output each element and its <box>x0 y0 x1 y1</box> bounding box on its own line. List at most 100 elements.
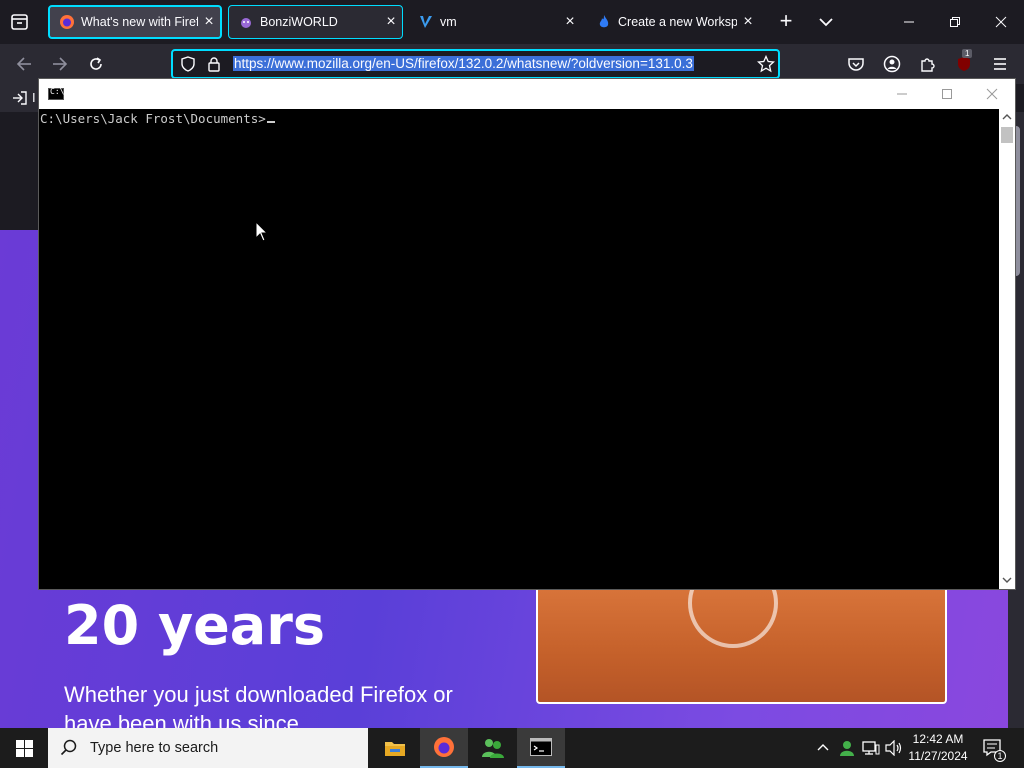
taskbar: Type here to search 12:42 AM 11/27/2024 … <box>0 728 1024 768</box>
start-button[interactable] <box>0 728 48 768</box>
console-titlebar[interactable]: C:\ <box>39 79 1015 109</box>
close-icon <box>986 88 998 100</box>
taskbar-command-prompt[interactable] <box>517 728 565 768</box>
mouse-pointer-icon <box>255 220 269 248</box>
vm-icon <box>418 14 434 30</box>
tab-title: What's new with Firefo <box>81 15 198 29</box>
console-prompt: C:\Users\Jack Frost\Documents> <box>40 111 266 126</box>
console-scroll-thumb[interactable] <box>1001 127 1013 143</box>
url-text[interactable]: https://www.mozilla.org/en-US/firefox/13… <box>233 56 694 71</box>
clock-time: 12:42 AM <box>912 732 964 746</box>
taskbar-search-box[interactable]: Type here to search <box>48 728 368 768</box>
tab-list-icon <box>11 14 28 30</box>
account-icon <box>883 55 901 73</box>
console-output[interactable]: C:\Users\Jack Frost\Documents> <box>39 109 999 589</box>
network-icon <box>862 741 880 755</box>
taskbar-bonzi[interactable] <box>469 728 517 768</box>
taskbar-clock[interactable]: 12:42 AM 11/27/2024 <box>902 731 974 765</box>
console-icon: C:\ <box>48 87 64 100</box>
page-heading: 20 years <box>64 594 325 657</box>
pocket-icon <box>848 58 864 71</box>
scroll-down-icon[interactable] <box>1002 575 1012 585</box>
puzzle-icon <box>921 58 935 72</box>
reload-icon <box>90 57 102 70</box>
maximize-icon <box>942 89 952 99</box>
lock-icon[interactable] <box>206 56 222 77</box>
chevron-down-icon <box>819 18 833 27</box>
tab-vm[interactable]: vm × <box>409 5 581 39</box>
sign-in-icon[interactable] <box>12 90 28 111</box>
console-close-button[interactable] <box>969 79 1015 109</box>
text-cursor <box>266 121 275 123</box>
tab-bar: What's new with Firefo × BonziWORLD × vm… <box>0 0 1024 44</box>
plus-icon: + <box>779 8 793 33</box>
console-window[interactable]: C:\ C:\Users\Jack Frost\Documents> <box>38 78 1016 590</box>
account-button[interactable] <box>880 52 904 76</box>
tracking-protection-icon[interactable] <box>180 56 196 77</box>
show-hidden-icons-button[interactable] <box>812 728 834 768</box>
flame-icon <box>596 14 612 30</box>
app-menu-button[interactable] <box>988 52 1012 76</box>
console-prompt-line[interactable]: C:\Users\Jack Frost\Documents> <box>40 111 275 126</box>
back-arrow-icon <box>16 57 31 71</box>
console-minimize-button[interactable] <box>879 79 925 109</box>
search-placeholder: Type here to search <box>90 740 219 756</box>
tab-title: vm <box>440 15 457 29</box>
taskbar-file-explorer[interactable] <box>371 728 419 768</box>
tab-title: Create a new Workspac <box>618 15 737 29</box>
minimize-icon <box>897 93 907 95</box>
close-window-button[interactable] <box>978 0 1024 44</box>
firefox-icon <box>434 737 454 757</box>
close-icon <box>995 16 1007 28</box>
minimize-button[interactable] <box>886 0 932 44</box>
extension-badge: 1 <box>962 49 973 58</box>
firefox-icon <box>59 14 75 30</box>
tab-title: BonziWORLD <box>260 15 338 29</box>
extensions-button[interactable] <box>916 52 940 76</box>
folder-icon <box>385 742 405 756</box>
chevron-up-icon <box>817 744 829 751</box>
search-icon <box>60 739 77 756</box>
tab-create-workspace[interactable]: Create a new Workspac × <box>587 5 759 39</box>
address-bar[interactable]: https://www.mozilla.org/en-US/firefox/13… <box>171 49 780 79</box>
close-tab-icon[interactable]: × <box>198 13 220 31</box>
bonzi-icon <box>238 14 254 30</box>
people-icon <box>482 739 504 758</box>
minimize-icon <box>904 21 914 23</box>
bookmark-label[interactable]: I <box>32 90 36 105</box>
close-tab-icon[interactable]: × <box>559 13 581 31</box>
tab-whats-new[interactable]: What's new with Firefo × <box>48 5 222 39</box>
pocket-button[interactable] <box>844 52 868 76</box>
tab-list-button[interactable] <box>8 10 32 34</box>
tab-bonziworld[interactable]: BonziWORLD × <box>228 5 403 39</box>
speaker-icon <box>885 740 902 756</box>
reload-button[interactable] <box>84 52 108 76</box>
ublock-extension-button[interactable]: 1 <box>952 49 976 76</box>
hamburger-icon <box>994 58 1006 70</box>
close-tab-icon[interactable]: × <box>737 13 759 31</box>
video-thumbnail[interactable] <box>536 586 947 704</box>
list-all-tabs-button[interactable] <box>814 10 838 34</box>
windows-logo-icon <box>15 739 33 757</box>
scroll-up-icon[interactable] <box>1002 112 1012 122</box>
back-button[interactable] <box>12 52 36 76</box>
green-user-icon <box>840 741 854 756</box>
tray-user-app[interactable] <box>836 728 858 768</box>
bookmark-star-icon[interactable] <box>756 54 776 78</box>
console-maximize-button[interactable] <box>924 79 970 109</box>
bookmarks-toolbar: I <box>0 84 40 112</box>
new-tab-button[interactable]: + <box>774 10 798 34</box>
restore-button[interactable] <box>932 0 978 44</box>
terminal-icon <box>530 738 552 756</box>
close-tab-icon[interactable]: × <box>380 13 402 31</box>
restore-icon <box>950 17 960 27</box>
clock-date: 11/27/2024 <box>908 749 968 763</box>
play-icon <box>688 588 778 648</box>
console-scrollbar[interactable] <box>999 109 1015 589</box>
forward-button[interactable] <box>48 52 72 76</box>
notification-count: 1 <box>994 750 1006 762</box>
notification-center-button[interactable]: 1 <box>980 728 1006 768</box>
tray-network[interactable] <box>860 728 882 768</box>
taskbar-firefox[interactable] <box>420 728 468 768</box>
forward-arrow-icon <box>53 57 68 71</box>
